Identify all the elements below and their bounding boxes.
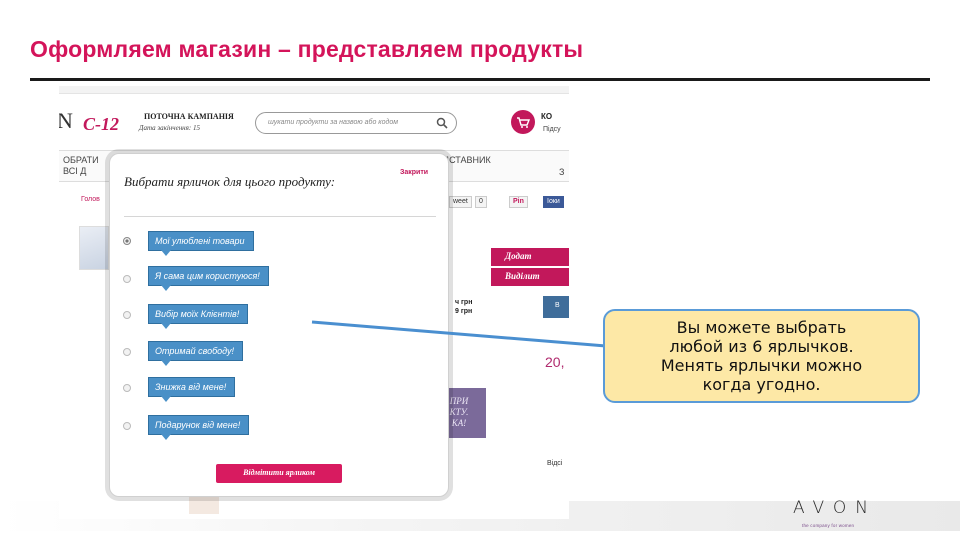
- option-radio-4[interactable]: [123, 348, 131, 356]
- option-radio-6[interactable]: [123, 422, 131, 430]
- search-placeholder: шукати продукти за назвою або кодом: [268, 119, 399, 126]
- price-small: ч грн 9 грн: [455, 299, 473, 315]
- slide-title: Оформляем магазин – представляем продукт…: [30, 36, 584, 62]
- campaign-code: С-12: [83, 114, 119, 134]
- option-radio-2[interactable]: [123, 275, 131, 283]
- option-radio-5[interactable]: [123, 384, 131, 392]
- modal-title: Вибрати ярличок для цього продукту:: [124, 174, 336, 189]
- callout-line-3: Менять ярлычки можно: [660, 356, 863, 375]
- nav-item-more[interactable]: З: [559, 167, 564, 177]
- facebook-button[interactable]: Іоки: [543, 196, 564, 208]
- option-label-6[interactable]: Подарунок від мене!: [148, 415, 250, 440]
- option-label-2[interactable]: Я сама цим користуюся!: [148, 266, 269, 291]
- avon-logo: AVON: [793, 498, 877, 518]
- callout-line-2: любой из 6 ярлычков.: [669, 337, 854, 356]
- apply-label-button[interactable]: Відмітити ярликом: [216, 464, 342, 483]
- add-to-cart-button[interactable]: Додат: [491, 248, 569, 266]
- cart-glyph-icon: [517, 117, 531, 128]
- modal-divider: [124, 216, 436, 217]
- product-price: 20,: [545, 354, 565, 370]
- cart-icon[interactable]: [511, 110, 535, 134]
- site-logo: N: [59, 108, 73, 133]
- callout-note: Вы можете выбрать любой из 6 ярлычков. М…: [603, 309, 920, 403]
- option-radio-3[interactable]: [123, 311, 131, 319]
- modal-close-button[interactable]: Закрити: [400, 169, 428, 176]
- product-thumbnail[interactable]: [79, 226, 109, 270]
- title-divider: [30, 78, 930, 81]
- campaign-title: ПОТОЧНА КАМПАНІЯ: [144, 112, 234, 121]
- tweet-count: 0: [475, 196, 487, 208]
- label-flag: В: [543, 296, 569, 318]
- option-radio-1[interactable]: [123, 237, 131, 245]
- option-label-4[interactable]: Отримай свободу!: [148, 341, 244, 366]
- breadcrumb[interactable]: Голов: [81, 196, 100, 203]
- details-link[interactable]: Відсі: [547, 460, 562, 467]
- site-search-input[interactable]: шукати продукти за назвою або кодом: [255, 112, 457, 134]
- callout-line-1: Вы можете выбрать: [676, 318, 847, 337]
- cart-subtotal: Підсу: [543, 126, 561, 133]
- pin-button[interactable]: Pin: [509, 196, 528, 208]
- campaign-subtitle: Дата закінчення: 15: [139, 124, 200, 132]
- website-screenshot: N С-12 ПОТОЧНА КАМПАНІЯ Дата закінчення:…: [59, 86, 569, 519]
- option-label-3[interactable]: Вибір моїх Клієнтів!: [148, 304, 249, 329]
- flag-label: В: [555, 302, 560, 309]
- option-label-5[interactable]: Знижка від мене!: [148, 377, 236, 402]
- tweet-button[interactable]: weet: [449, 196, 472, 208]
- search-icon[interactable]: [436, 117, 448, 129]
- label-picker-modal: Вибрати ярличок для цього продукту: Закр…: [109, 153, 449, 497]
- nav-item-order[interactable]: ОБРАТИ ВСІ Д: [63, 155, 99, 177]
- avon-tagline: the company for women: [802, 523, 855, 528]
- highlight-button[interactable]: Виділит: [491, 268, 569, 286]
- option-label-1[interactable]: Мої улюблені товари: [148, 231, 254, 256]
- site-top-bar: [59, 86, 569, 94]
- callout-line-4: когда угодно.: [702, 375, 821, 394]
- cart-label: КО: [541, 112, 553, 121]
